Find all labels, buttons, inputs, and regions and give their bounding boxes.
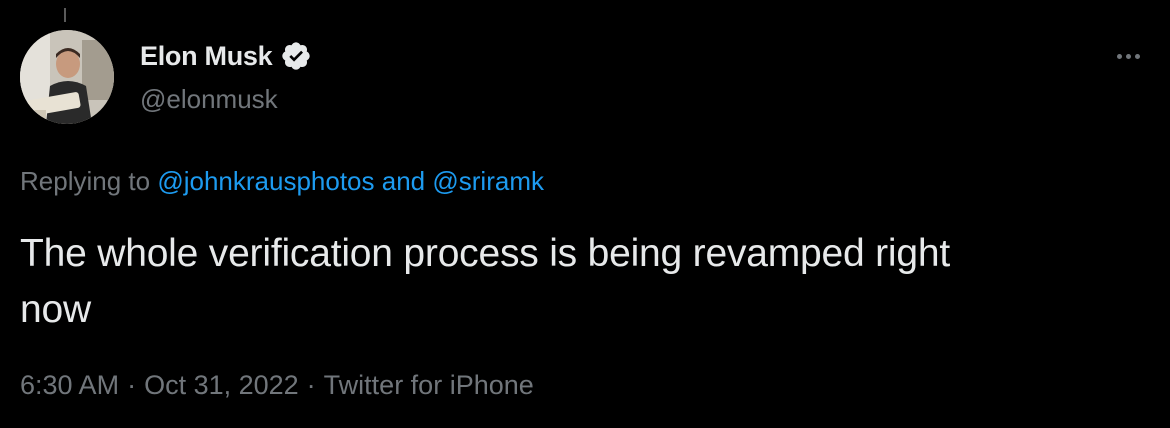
reply-conjunction[interactable]: and bbox=[382, 166, 425, 196]
meta-separator: · bbox=[127, 370, 137, 400]
author-handle[interactable]: @elonmusk bbox=[140, 84, 278, 115]
tweet-text: The whole verification process is being … bbox=[20, 226, 1140, 338]
more-dot bbox=[1125, 53, 1131, 59]
reply-user-link-sriramk[interactable]: @sriramk bbox=[432, 166, 544, 196]
tweet-date[interactable]: Oct 31, 2022 bbox=[144, 370, 299, 400]
more-options-icon[interactable] bbox=[1108, 44, 1148, 68]
avatar[interactable] bbox=[20, 30, 114, 124]
tweet-metadata: 6:30 AM · Oct 31, 2022 · Twitter for iPhone bbox=[20, 370, 534, 401]
profile-photo-icon bbox=[20, 30, 114, 124]
tweet-time[interactable]: 6:30 AM bbox=[20, 370, 119, 400]
tweet-text-line: now bbox=[20, 288, 91, 331]
tweet-text-line: The whole verification process is being … bbox=[20, 232, 950, 275]
tweet-source[interactable]: Twitter for iPhone bbox=[324, 370, 534, 400]
author-display-name[interactable]: Elon Musk bbox=[140, 41, 273, 72]
reply-context: Replying to @johnkrausphotos and @sriram… bbox=[20, 166, 544, 197]
verified-badge-icon bbox=[280, 40, 312, 72]
replying-to-label: Replying to bbox=[20, 166, 151, 196]
reply-user-link-johnkrausphotos[interactable]: @johnkrausphotos bbox=[157, 166, 374, 196]
more-dot bbox=[1116, 53, 1122, 59]
more-dot bbox=[1134, 53, 1140, 59]
thread-connector-line bbox=[64, 8, 66, 22]
meta-separator: · bbox=[306, 370, 316, 400]
